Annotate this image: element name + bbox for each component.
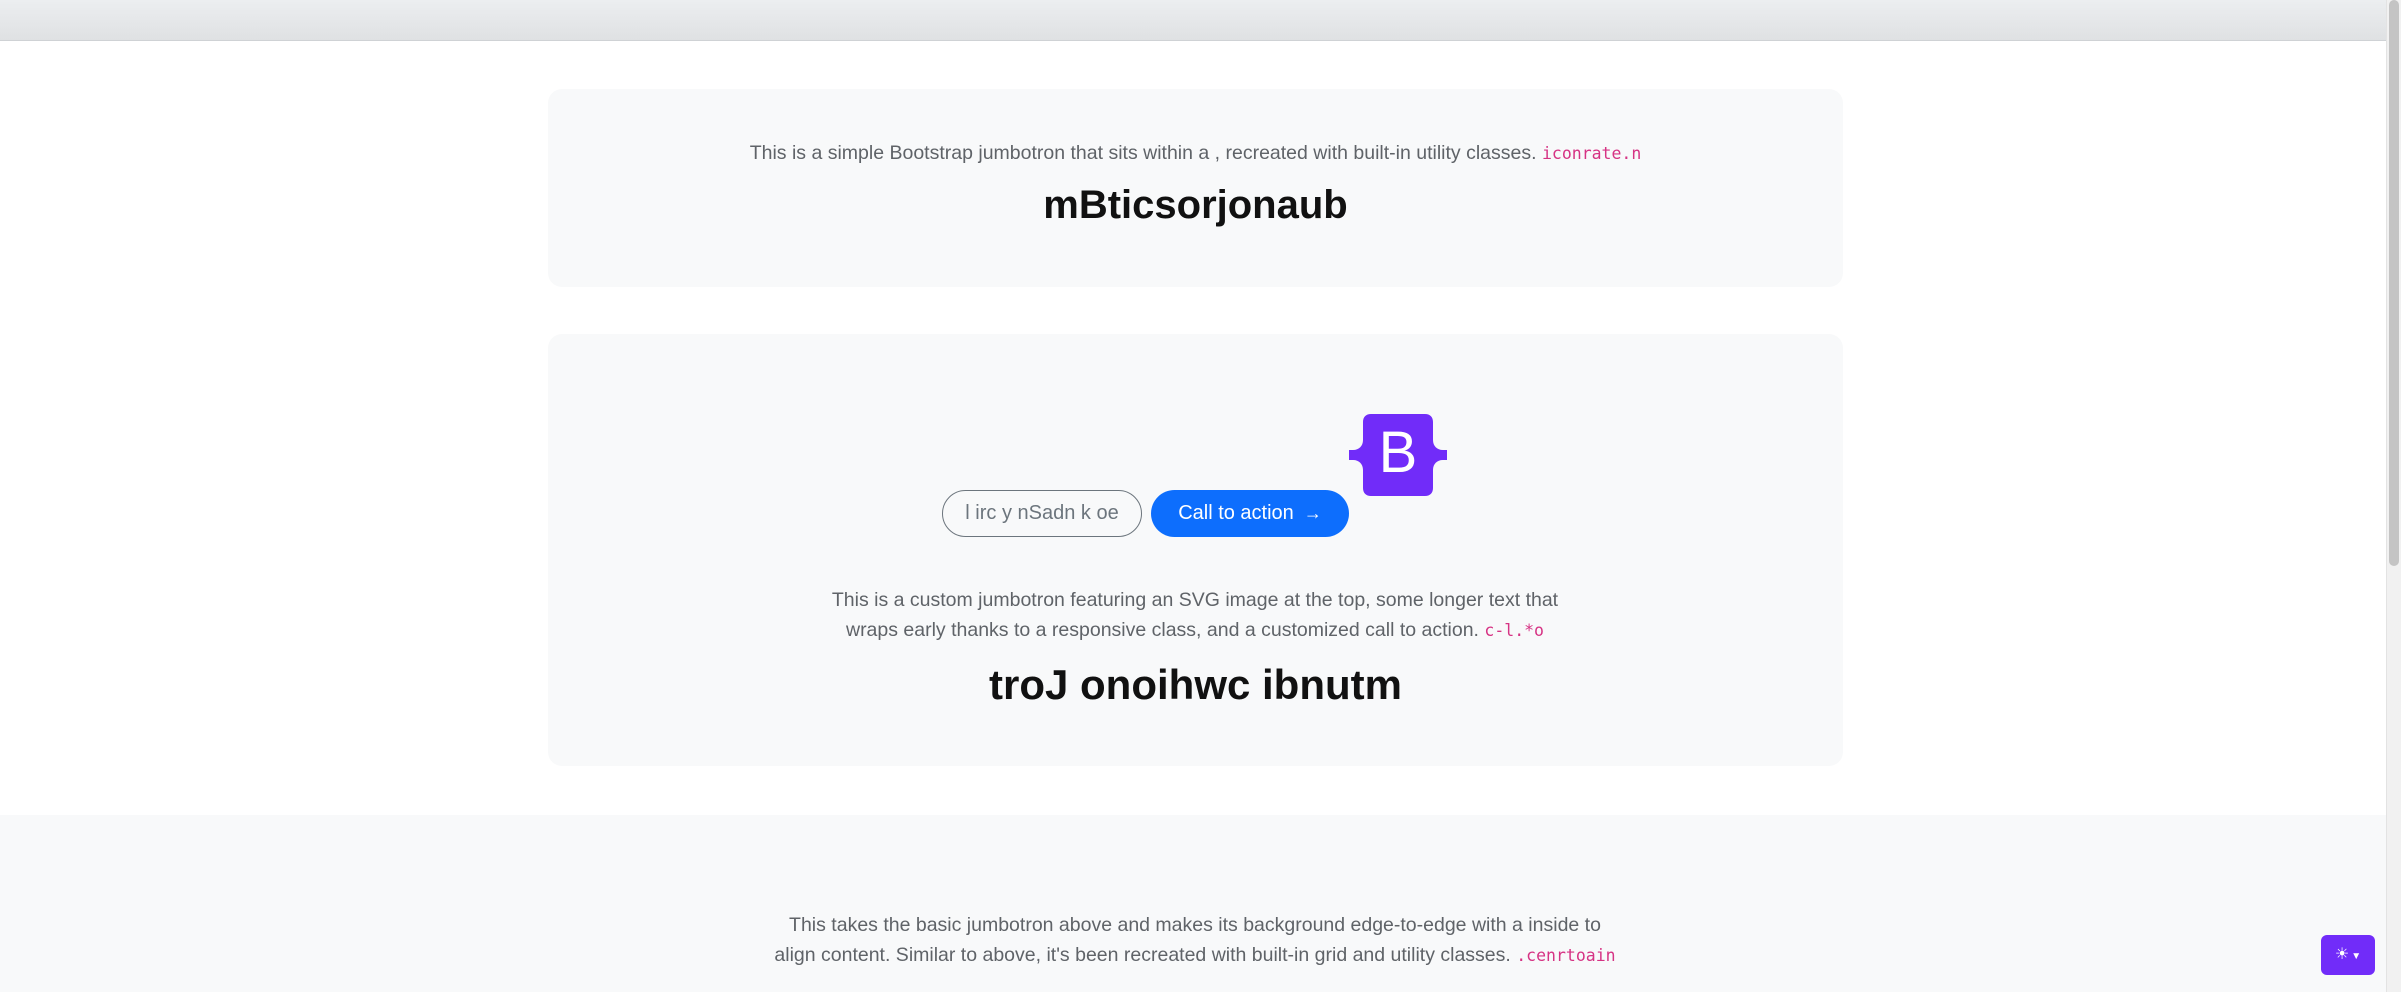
bootstrap-logo: B	[1347, 414, 1449, 496]
jumbotron-custom-code: c-l.*o	[1484, 621, 1544, 640]
jumbotron-basic: This is a simple Bootstrap jumbotron tha…	[548, 89, 1843, 287]
jumbotron-basic-lead: This is a simple Bootstrap jumbotron tha…	[548, 138, 1843, 169]
secondary-button[interactable]: l irc y nSadn k oe	[942, 490, 1142, 537]
jumbotron-custom-lead-text: This is a custom jumbotron featuring an …	[831, 589, 1559, 641]
jumbotron-fullwidth: This takes the basic jumbotron above and…	[0, 815, 2387, 992]
theme-toggle-button[interactable]: ☀ ▼	[2321, 935, 2375, 975]
jumbotron-custom: B l irc y nSadn k oe Call to action → Thi…	[548, 334, 1843, 766]
call-to-action-button[interactable]: Call to action →	[1151, 490, 1349, 537]
sun-icon: ☀	[2334, 946, 2350, 963]
jumbotron-basic-title: mBticsorjonaub	[1043, 183, 1348, 227]
jumbotron-fullwidth-lead-text: This takes the basic jumbotron above and…	[774, 914, 1601, 966]
page-scrollbar[interactable]	[2386, 0, 2401, 992]
jumbotron-basic-code: iconrate.n	[1541, 144, 1642, 163]
jumbotron-basic-lead-text: This is a simple Bootstrap jumbotron tha…	[749, 142, 1537, 164]
bootstrap-logo-letter: B	[1379, 420, 1418, 485]
arrow-right-icon: →	[1303, 503, 1322, 523]
jumbotron-fullwidth-lead: This takes the basic jumbotron above and…	[770, 910, 1620, 971]
browser-top-bar	[0, 0, 2401, 41]
jumbotron-fullwidth-code: .cenrtoain	[1516, 946, 1616, 965]
caret-down-icon: ▼	[2351, 951, 2362, 962]
jumbotron-custom-lead: This is a custom jumbotron featuring an …	[815, 585, 1575, 646]
call-to-action-label: Call to action	[1178, 502, 1294, 524]
jumbotron-custom-title: troJ onoihwc ibnutm	[989, 661, 1402, 708]
scrollbar-thumb[interactable]	[2389, 0, 2399, 566]
